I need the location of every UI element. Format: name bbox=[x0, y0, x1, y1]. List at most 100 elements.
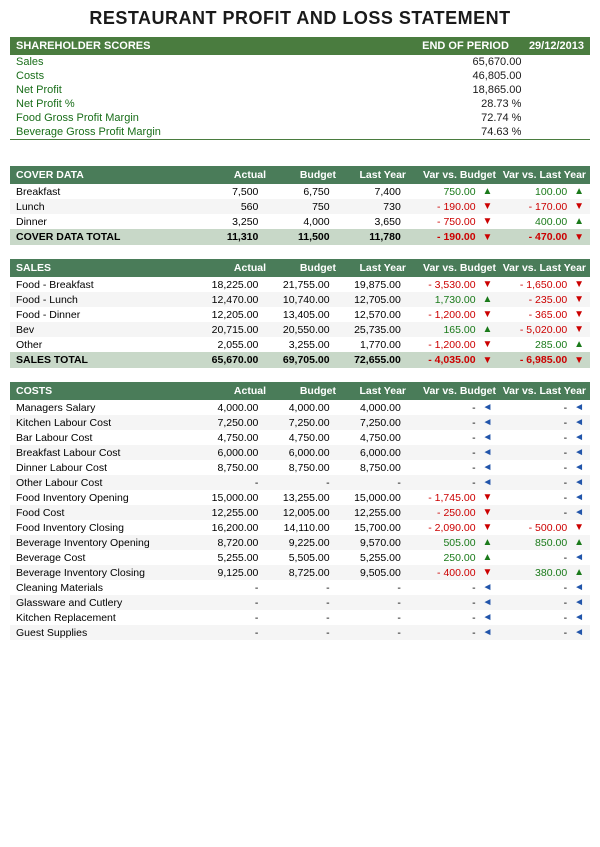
row-budget: 6,750 bbox=[264, 184, 335, 199]
data-row: Dinner3,2504,0003,650- 750.00 ▼400.00 ▲ bbox=[10, 214, 590, 229]
arrow-down-icon: ▼ bbox=[482, 507, 492, 518]
data-row: Bev20,715.0020,550.0025,735.00165.00 ▲- … bbox=[10, 322, 590, 337]
row-budget: 10,740.00 bbox=[264, 292, 335, 307]
cover-data-col-last-year: Last Year bbox=[336, 169, 406, 181]
row-actual: 11,310 bbox=[193, 229, 264, 245]
sales-table: Food - Breakfast18,225.0021,755.0019,875… bbox=[10, 277, 590, 368]
row-var-budget: - ◄ bbox=[407, 460, 499, 475]
arrow-left-icon: ◄ bbox=[482, 432, 492, 443]
row-budget: - bbox=[264, 595, 335, 610]
arrow-down-icon: ▼ bbox=[574, 355, 584, 366]
arrow-left-icon: ◄ bbox=[574, 597, 584, 608]
row-last-year: 5,255.00 bbox=[336, 550, 407, 565]
row-var-last: - ◄ bbox=[498, 550, 590, 565]
arrow-down-icon: ▼ bbox=[574, 232, 584, 243]
row-var-last: - 500.00 ▼ bbox=[498, 520, 590, 535]
row-budget: 8,750.00 bbox=[264, 460, 335, 475]
arrow-up-icon: ▲ bbox=[574, 537, 584, 548]
row-var-last: - 6,985.00 ▼ bbox=[498, 352, 590, 368]
cover-data-col-var-budget: Var vs. Budget bbox=[406, 169, 496, 181]
row-label: Food Inventory Opening bbox=[10, 490, 193, 505]
row-var-budget: - ◄ bbox=[407, 580, 499, 595]
row-var-budget: - ◄ bbox=[407, 595, 499, 610]
row-actual: 8,720.00 bbox=[193, 535, 264, 550]
row-actual: 18,225.00 bbox=[193, 277, 264, 292]
arrow-left-icon: ◄ bbox=[574, 417, 584, 428]
data-row: Other2,055.003,255.001,770.00- 1,200.00 … bbox=[10, 337, 590, 352]
arrow-up-icon: ▲ bbox=[574, 216, 584, 227]
sales-header: SALES Actual Budget Last Year Var vs. Bu… bbox=[10, 259, 590, 277]
summary-label: Sales bbox=[10, 55, 210, 69]
row-actual: 6,000.00 bbox=[193, 445, 264, 460]
row-label: Lunch bbox=[10, 199, 193, 214]
row-label: Kitchen Labour Cost bbox=[10, 415, 193, 430]
arrow-left-icon: ◄ bbox=[574, 432, 584, 443]
row-budget: 4,000 bbox=[264, 214, 335, 229]
total-row: SALES TOTAL65,670.0069,705.0072,655.00- … bbox=[10, 352, 590, 368]
arrow-down-icon: ▼ bbox=[574, 309, 584, 320]
summary-label: Costs bbox=[10, 69, 210, 83]
row-var-last: 850.00 ▲ bbox=[498, 535, 590, 550]
row-label: Other Labour Cost bbox=[10, 475, 193, 490]
row-var-last: - ◄ bbox=[498, 580, 590, 595]
data-row: Food Inventory Closing16,200.0014,110.00… bbox=[10, 520, 590, 535]
arrow-left-icon: ◄ bbox=[482, 477, 492, 488]
end-of-period-label: END OF PERIOD bbox=[422, 40, 509, 52]
data-row: Managers Salary4,000.004,000.004,000.00-… bbox=[10, 400, 590, 415]
data-row: Cleaning Materials---- ◄- ◄ bbox=[10, 580, 590, 595]
row-label: SALES TOTAL bbox=[10, 352, 193, 368]
row-actual: 65,670.00 bbox=[193, 352, 264, 368]
summary-row: Net Profit18,865.00 bbox=[10, 83, 590, 97]
row-budget: - bbox=[264, 580, 335, 595]
row-actual: 15,000.00 bbox=[193, 490, 264, 505]
row-var-budget: - 190.00 ▼ bbox=[407, 229, 499, 245]
row-label: Beverage Inventory Closing bbox=[10, 565, 193, 580]
row-actual: 20,715.00 bbox=[193, 322, 264, 337]
data-row: Bar Labour Cost4,750.004,750.004,750.00-… bbox=[10, 430, 590, 445]
shareholder-label: SHAREHOLDER SCORES bbox=[16, 40, 150, 52]
row-last-year: 12,255.00 bbox=[336, 505, 407, 520]
row-last-year: 11,780 bbox=[336, 229, 407, 245]
arrow-left-icon: ◄ bbox=[574, 507, 584, 518]
data-row: Breakfast Labour Cost6,000.006,000.006,0… bbox=[10, 445, 590, 460]
row-last-year: 7,250.00 bbox=[336, 415, 407, 430]
row-label: Beverage Inventory Opening bbox=[10, 535, 193, 550]
arrow-up-icon: ▲ bbox=[482, 537, 492, 548]
arrow-down-icon: ▼ bbox=[482, 216, 492, 227]
page-title: RESTAURANT PROFIT AND LOSS STATEMENT bbox=[10, 8, 590, 29]
arrow-down-icon: ▼ bbox=[482, 232, 492, 243]
costs-col-budget: Budget bbox=[266, 385, 336, 397]
summary-value: 18,865.00 bbox=[210, 83, 527, 97]
cover-data-header: COVER DATA Actual Budget Last Year Var v… bbox=[10, 166, 590, 184]
row-label: Breakfast bbox=[10, 184, 193, 199]
row-var-last: - ◄ bbox=[498, 460, 590, 475]
summary-row: Beverage Gross Profit Margin74.63 % bbox=[10, 125, 590, 140]
row-budget: 5,505.00 bbox=[264, 550, 335, 565]
data-row: Glassware and Cutlery---- ◄- ◄ bbox=[10, 595, 590, 610]
row-var-last: - 235.00 ▼ bbox=[498, 292, 590, 307]
shareholder-header: SHAREHOLDER SCORES END OF PERIOD 29/12/2… bbox=[10, 37, 590, 55]
row-label: Food - Lunch bbox=[10, 292, 193, 307]
arrow-down-icon: ▼ bbox=[482, 492, 492, 503]
arrow-left-icon: ◄ bbox=[482, 627, 492, 638]
row-last-year: - bbox=[336, 475, 407, 490]
data-row: Beverage Inventory Opening8,720.009,225.… bbox=[10, 535, 590, 550]
row-last-year: 7,400 bbox=[336, 184, 407, 199]
arrow-left-icon: ◄ bbox=[482, 612, 492, 623]
row-var-budget: - 1,200.00 ▼ bbox=[407, 307, 499, 322]
row-var-budget: - ◄ bbox=[407, 400, 499, 415]
row-budget: - bbox=[264, 475, 335, 490]
arrow-up-icon: ▲ bbox=[574, 339, 584, 350]
data-row: Dinner Labour Cost8,750.008,750.008,750.… bbox=[10, 460, 590, 475]
cover-data-col-budget: Budget bbox=[266, 169, 336, 181]
row-var-last: - 170.00 ▼ bbox=[498, 199, 590, 214]
arrow-down-icon: ▼ bbox=[482, 279, 492, 290]
row-budget: - bbox=[264, 610, 335, 625]
summary-value: 72.74 % bbox=[210, 111, 527, 125]
row-last-year: - bbox=[336, 595, 407, 610]
row-var-last: - ◄ bbox=[498, 595, 590, 610]
row-budget: 14,110.00 bbox=[264, 520, 335, 535]
row-actual: 3,250 bbox=[193, 214, 264, 229]
row-var-budget: - 3,530.00 ▼ bbox=[407, 277, 499, 292]
row-var-budget: - 750.00 ▼ bbox=[407, 214, 499, 229]
